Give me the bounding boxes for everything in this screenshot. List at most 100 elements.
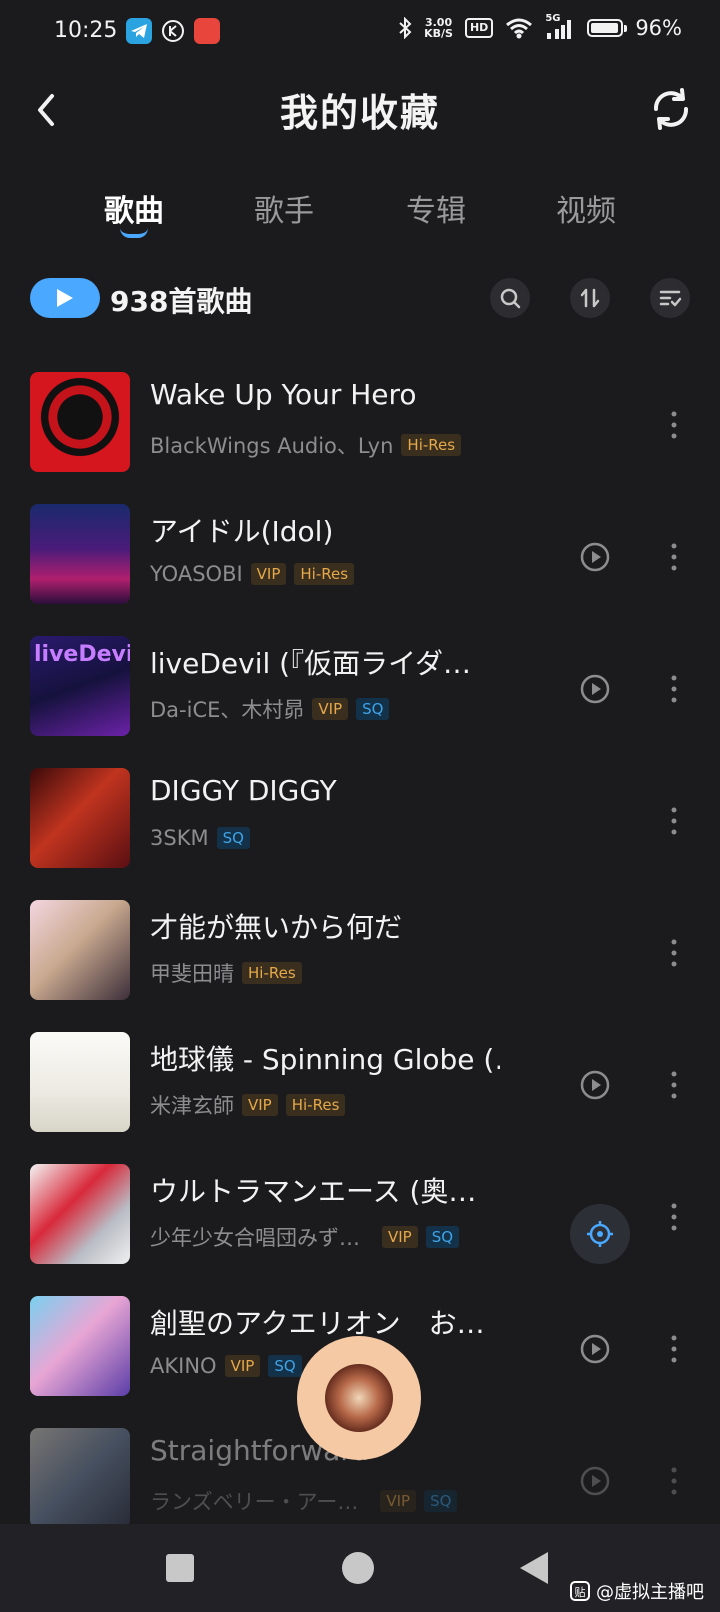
sort-icon [580,288,600,308]
vip-badge: VIP [250,563,287,585]
song-row[interactable]: Wake Up Your Hero BlackWings Audio、Lyn H… [0,360,720,492]
k-app-icon [162,20,184,42]
battery-icon [587,19,628,37]
song-row[interactable]: DIGGY DIGGY 3SKM SQ [0,756,720,888]
search-button[interactable] [490,278,530,318]
song-meta: YOASOBI VIP Hi-Res [150,562,355,586]
more-options-icon[interactable] [662,672,686,706]
song-title: 地球儀 - Spinning Globe (… [150,1043,500,1076]
song-row[interactable]: 才能が無いから何だ 甲斐田晴 Hi-Res [0,888,720,1020]
song-artist: ランズベリー・アー… [150,1490,359,1514]
song-row[interactable]: アイドル(Idol) YOASOBI VIP Hi-Res [0,492,720,624]
song-meta: AKINO VIP SQ [150,1354,302,1378]
song-artist: YOASOBI [150,562,243,586]
hires-badge: Hi-Res [285,1094,346,1116]
song-artist: BlackWings Audio、Lyn [150,434,394,458]
sq-badge: SQ [268,1355,302,1377]
locate-current-song-button[interactable] [570,1204,630,1264]
song-meta: ランズベリー・アー… VIP SQ [150,1486,458,1516]
wifi-icon [506,18,533,39]
album-cover: liveDevil [30,636,130,736]
more-options-icon[interactable] [662,804,686,838]
album-cover [30,900,130,1000]
song-row[interactable]: 地球儀 - Spinning Globe (… 米津玄師 VIP Hi-Res [0,1020,720,1152]
song-artist: 米津玄師 [150,1094,234,1118]
song-title: ウルトラマンエース (奥… [150,1175,477,1208]
play-mv-icon[interactable] [580,1070,610,1100]
signal-icon [547,20,572,39]
song-artist: 少年少女合唱団みず… [150,1226,360,1250]
checklist-icon [659,290,682,307]
hires-badge: Hi-Res [242,962,302,984]
play-all-button[interactable] [30,278,100,318]
song-meta: Da-iCE、木村昴 VIP SQ [150,694,390,724]
album-cover [30,504,130,604]
vip-badge: VIP [380,1490,417,1512]
sort-button[interactable] [570,278,610,318]
more-options-icon[interactable] [662,1332,686,1366]
watermark-text: @虚拟主播吧 [596,1582,704,1603]
back-nav-icon[interactable] [518,1550,550,1586]
cell-signal: 5G [545,13,575,39]
sq-badge: SQ [425,1226,460,1248]
more-options-icon[interactable] [662,1068,686,1102]
album-cover [30,1032,130,1132]
tieba-logo-icon: 贴 [570,1581,590,1601]
song-row[interactable]: liveDevil liveDevil (『仮面ライダ… Da-iCE、木村昴 … [0,624,720,756]
song-title: liveDevil (『仮面ライダ… [150,647,471,680]
song-artist: 甲斐田晴 [150,962,234,986]
sq-badge: SQ [356,698,390,720]
hires-badge: Hi-Res [401,434,462,456]
song-meta: BlackWings Audio、Lyn Hi-Res [150,430,462,460]
shop-app-icon [194,18,220,44]
song-title: DIGGY DIGGY [150,774,337,807]
song-title: アイドル(Idol) [150,515,334,548]
album-cover [30,1164,130,1264]
watermark: 贴 @虚拟主播吧 [570,1578,704,1604]
album-cover [30,768,130,868]
home-icon[interactable] [340,1550,376,1586]
more-options-icon[interactable] [662,540,686,574]
vip-badge: VIP [382,1226,418,1248]
recent-apps-icon[interactable] [164,1552,196,1584]
header: 我的收藏 [0,66,720,176]
song-artist: 3SKM [150,826,209,850]
action-bar: 938首歌曲 [0,270,720,334]
refresh-icon[interactable] [646,84,696,134]
multi-select-button[interactable] [650,278,690,318]
target-icon [587,1221,613,1247]
song-artist: AKINO [150,1354,217,1378]
net-speed: 3.00 KB/S [424,17,453,39]
tab-albums[interactable]: 专辑 [376,186,496,230]
hd-icon: HD [464,18,494,38]
play-mv-icon[interactable] [580,542,610,572]
tab-artists[interactable]: 歌手 [224,186,344,230]
battery-percent: 96% [635,16,682,40]
play-icon [57,289,73,307]
search-icon [500,288,521,309]
status-bar: 10:25 3.00 KB/S HD 5G 96% [0,0,720,66]
more-options-icon[interactable] [662,1464,686,1498]
page-title: 我的收藏 [279,91,440,135]
mini-player[interactable] [297,1336,421,1460]
song-title: 創聖のアクエリオン お… [150,1307,485,1340]
sq-badge: SQ [424,1490,458,1512]
vip-badge: VIP [242,1094,278,1116]
album-cover [30,1296,130,1396]
sq-badge: SQ [216,827,250,849]
category-tabs: 歌曲 歌手 专辑 视频 [0,176,720,246]
play-mv-icon[interactable] [580,1466,610,1496]
song-meta: 甲斐田晴 Hi-Res [150,958,302,988]
song-count: 938首歌曲 [110,285,253,318]
play-mv-icon[interactable] [580,1334,610,1364]
tab-songs[interactable]: 歌曲 [74,186,194,230]
tab-videos[interactable]: 视频 [526,186,646,230]
play-mv-icon[interactable] [580,674,610,704]
more-options-icon[interactable] [662,408,686,442]
more-options-icon[interactable] [662,936,686,970]
more-options-icon[interactable] [662,1200,686,1234]
bluetooth-icon [399,17,412,39]
now-playing-cover [325,1364,393,1432]
cover-art-text: liveDevil [34,642,130,667]
hires-badge: Hi-Res [294,563,355,585]
